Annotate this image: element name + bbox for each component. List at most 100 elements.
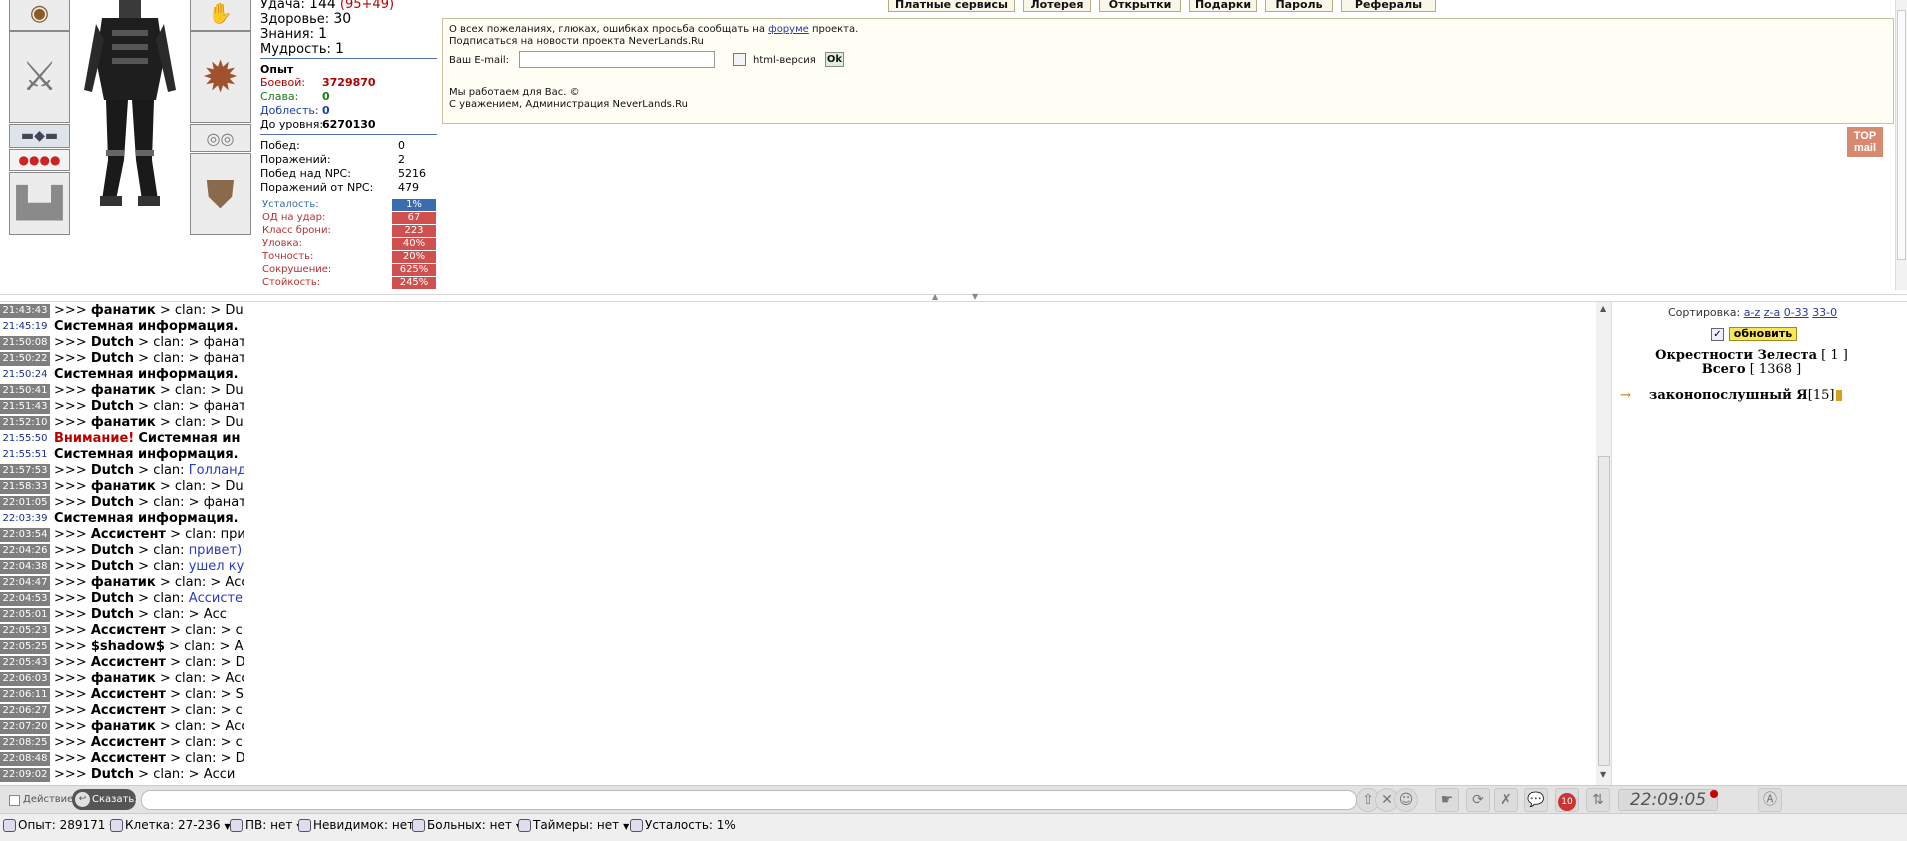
message-time[interactable]: 21:50:08 — [0, 336, 50, 350]
settings-button[interactable]: Ⓐ — [1758, 788, 1782, 812]
email-field[interactable] — [519, 51, 715, 68]
chat-message[interactable]: 21:55:51 Системная информация. — [0, 447, 244, 463]
collapse-down-icon[interactable]: ▼ — [972, 292, 978, 301]
chat-message[interactable]: 22:04:53 >>> Dutch > clan: Ассисте — [0, 591, 244, 607]
chat-message[interactable]: 21:45:19 Системная информация. — [0, 319, 244, 335]
sort-z-a[interactable]: z-a — [1764, 306, 1780, 319]
message-time[interactable]: 22:01:05 — [0, 496, 50, 510]
message-time[interactable]: 22:04:38 — [0, 560, 50, 574]
chat-message[interactable]: 21:51:43 >>> Dutch > clan: > фанат — [0, 399, 244, 415]
hand-button[interactable]: ☛ — [1435, 788, 1459, 812]
sort-33-0[interactable]: 33-0 — [1812, 306, 1837, 319]
message-time[interactable]: 22:03:39 — [0, 512, 50, 526]
message-time[interactable]: 22:05:25 — [0, 640, 50, 654]
chat-message[interactable]: 22:01:05 >>> Dutch > clan: > фанат — [0, 495, 244, 511]
chat-message[interactable]: 22:06:11 >>> Ассистент > clan: > S — [0, 687, 244, 703]
shield-slot[interactable]: ✹ — [190, 31, 251, 123]
dropdown-arrow-icon[interactable]: ▼ — [623, 822, 629, 831]
chat-message[interactable]: 22:03:54 >>> Ассистент > clan: при — [0, 527, 244, 543]
message-time[interactable]: 21:51:43 — [0, 400, 50, 414]
message-time[interactable]: 22:07:20 — [0, 720, 50, 734]
message-time[interactable]: 21:57:53 — [0, 464, 50, 478]
status-pv[interactable]: ПВ: нет▼ — [230, 815, 303, 837]
status-invisible[interactable]: Невидимок: нет — [298, 815, 414, 835]
action-checkbox[interactable] — [9, 795, 20, 806]
potions-slot[interactable]: ●●●● — [9, 149, 70, 171]
html-version-checkbox[interactable] — [733, 53, 746, 66]
message-time[interactable]: 21:50:41 — [0, 384, 50, 398]
close-chat-button[interactable]: ✗ — [1494, 788, 1518, 812]
smiles-button[interactable]: ☺ — [1394, 788, 1418, 812]
message-time[interactable]: 22:06:03 — [0, 672, 50, 686]
say-button[interactable]: ↩ Сказать: — [72, 789, 138, 810]
chat-message[interactable]: 21:52:10 >>> фанатик > clan: > Dut — [0, 415, 244, 431]
expand-up-icon[interactable]: ▲ — [932, 292, 938, 301]
message-count-button[interactable]: 10 — [1555, 788, 1579, 812]
refresh-chat-button[interactable]: ⟳ — [1466, 788, 1490, 812]
message-time[interactable]: 22:06:11 — [0, 688, 50, 702]
boots-slot[interactable]: ▙▟ — [9, 172, 70, 235]
chat-message[interactable]: 22:04:38 >>> Dutch > clan: ушел ку — [0, 559, 244, 575]
chat-message[interactable]: 22:06:27 >>> Ассистент > clan: > с — [0, 703, 244, 719]
chat-message[interactable]: 22:06:03 >>> фанатик > clan: > Асс — [0, 671, 244, 687]
message-time[interactable]: 21:43:43 — [0, 304, 50, 318]
armor-slot[interactable]: ⛊ — [190, 153, 251, 235]
chat-message[interactable]: 22:05:43 >>> Ассистент > clan: > D — [0, 655, 244, 671]
message-time[interactable]: 21:55:50 — [0, 432, 50, 446]
chat-input[interactable] — [141, 790, 1357, 810]
chat-message[interactable]: 21:50:24 Системная информация. — [0, 367, 244, 383]
chat-message[interactable]: 22:03:39 Системная информация. — [0, 511, 244, 527]
message-time[interactable]: 22:04:47 — [0, 576, 50, 590]
message-time[interactable]: 22:05:23 — [0, 624, 50, 638]
chat-message[interactable]: 22:05:23 >>> Ассистент > clan: > с — [0, 623, 244, 639]
message-time[interactable]: 21:50:24 — [0, 368, 50, 382]
refresh-button[interactable]: обновить — [1729, 327, 1797, 341]
chat-message[interactable]: 22:07:20 >>> фанатик > clan: > Асс — [0, 719, 244, 735]
frame-divider[interactable]: ▲ ▼ — [0, 292, 1907, 302]
scroll-thumb[interactable] — [1598, 456, 1610, 766]
chat-message[interactable]: 22:05:25 >>> $shadow$ > clan: > А — [0, 639, 244, 655]
message-time[interactable]: 22:05:43 — [0, 656, 50, 670]
message-time[interactable]: 22:09:02 — [0, 768, 50, 782]
player-info-icon[interactable] — [1836, 390, 1843, 401]
status-experience[interactable]: Опыт: 289171▼ — [3, 815, 116, 837]
chat-message[interactable]: 21:43:43 >>> фанатик > clan: > Dut — [0, 303, 244, 319]
message-time[interactable]: 22:04:26 — [0, 544, 50, 558]
message-time[interactable]: 21:52:10 — [0, 416, 50, 430]
player-row[interactable]: → законопослушный Я[15] — [1620, 388, 1843, 403]
sort-a-z[interactable]: a-z — [1744, 306, 1760, 319]
status-cell[interactable]: Клетка: 27-236 ▼ — [110, 815, 231, 837]
chat-message[interactable]: 21:58:33 >>> фанатик > clan: > Dut — [0, 479, 244, 495]
tab-1[interactable]: Лотерея — [1023, 0, 1091, 12]
weapon-slot[interactable]: ⚔ — [9, 31, 70, 123]
message-time[interactable]: 22:08:25 — [0, 736, 50, 750]
private-messages-button[interactable]: 💬 — [1524, 788, 1548, 812]
belt-slot[interactable]: ▬◆▬ — [9, 124, 70, 148]
tab-0[interactable]: Платные сервисы — [888, 0, 1015, 12]
message-time[interactable]: 22:05:01 — [0, 608, 50, 622]
chat-message[interactable]: 21:55:50 Внимание! Системная ин — [0, 431, 244, 447]
chat-filter-button[interactable]: ⇅ — [1586, 788, 1610, 812]
forum-link[interactable]: форуме — [768, 24, 809, 35]
player-name[interactable]: законопослушный Я — [1649, 388, 1808, 403]
message-time[interactable]: 22:08:48 — [0, 752, 50, 766]
message-time[interactable]: 22:03:54 — [0, 528, 50, 542]
chat-message[interactable]: 21:57:53 >>> Dutch > clan: Голланд — [0, 463, 244, 479]
sort-0-33[interactable]: 0-33 — [1784, 306, 1809, 319]
scroll-down-icon[interactable]: ▼ — [1600, 770, 1606, 779]
chat-message[interactable]: 21:50:41 >>> фанатик > clan: > Dut — [0, 383, 244, 399]
tab-4[interactable]: Пароль — [1265, 0, 1333, 12]
topmail-counter[interactable]: TOP mail — [1847, 127, 1883, 157]
message-time[interactable]: 21:58:33 — [0, 480, 50, 494]
ok-button[interactable]: Ok — [825, 52, 844, 67]
private-arrow-icon[interactable]: → — [1620, 388, 1631, 403]
chat-message[interactable]: 22:05:01 >>> Dutch > clan: > Асс — [0, 607, 244, 623]
status-sick[interactable]: Больных: нет▼ — [412, 815, 522, 837]
helmet-slot[interactable]: ◉ — [9, 0, 70, 31]
message-time[interactable]: 22:06:27 — [0, 704, 50, 718]
chat-message[interactable]: 22:08:48 >>> Ассистент > clan: > D — [0, 751, 244, 767]
chat-message[interactable]: 21:50:08 >>> Dutch > clan: > фанат — [0, 335, 244, 351]
scroll-up-icon[interactable]: ▲ — [1600, 304, 1606, 313]
chat-message[interactable]: 22:04:47 >>> фанатик > clan: > Асс — [0, 575, 244, 591]
status-timer[interactable]: Таймеры: нет ▼ — [518, 815, 629, 837]
